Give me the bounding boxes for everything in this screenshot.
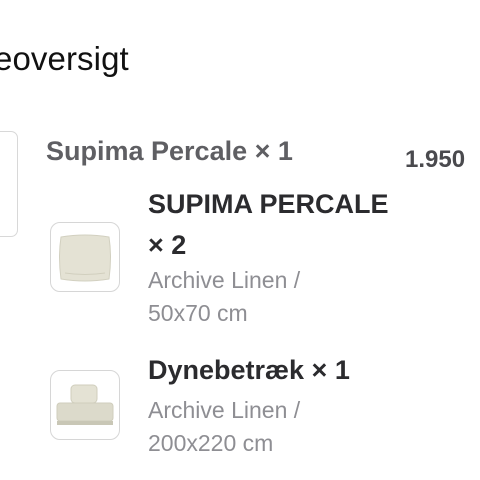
- parent-product-thumbnail[interactable]: [0, 131, 18, 237]
- item-thumbnail[interactable]: [50, 222, 120, 292]
- parent-product-price: 1.950: [405, 146, 466, 173]
- item-thumbnail[interactable]: [50, 370, 120, 440]
- summary-heading: eoversigt: [0, 40, 129, 77]
- item-variant: Archive Linen / 200x220 cm: [148, 397, 301, 456]
- duvet-bed-icon: [56, 384, 114, 425]
- item-variant: Archive Linen / 50x70 cm: [148, 267, 301, 326]
- item-title: SUPIMA PERCALE × 2: [148, 189, 389, 260]
- pillowcase-icon: [59, 234, 111, 282]
- item-title: Dynebetræk × 1: [148, 355, 350, 385]
- parent-product-title: Supima Percale × 1: [46, 136, 293, 166]
